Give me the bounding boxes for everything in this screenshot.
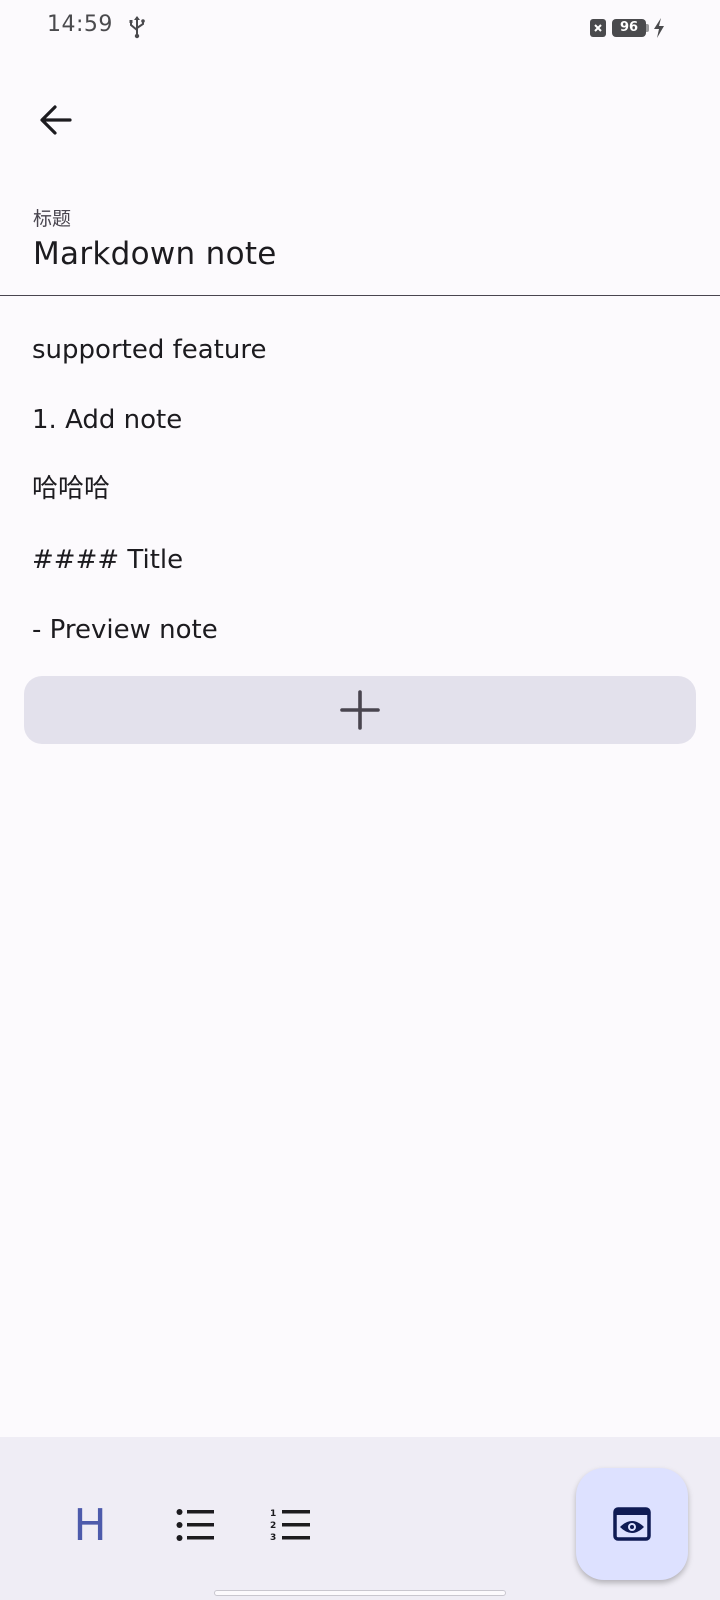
note-line[interactable]: supported feature (32, 333, 266, 367)
status-time: 14:59 (47, 12, 113, 37)
arrow-left-icon (40, 105, 72, 135)
title-label: 标题 (33, 208, 72, 230)
title-input[interactable]: Markdown note (33, 236, 277, 272)
sim-off-icon (590, 19, 606, 37)
plus-icon (340, 690, 380, 730)
note-line[interactable]: 哈哈哈 (32, 472, 110, 506)
charging-icon (654, 18, 664, 38)
battery-tip (646, 24, 649, 32)
svg-text:1: 1 (270, 1509, 276, 1519)
preview-button[interactable] (576, 1468, 688, 1580)
svg-text:2: 2 (270, 1521, 276, 1531)
note-line[interactable]: 1. Add note (32, 403, 182, 437)
back-button[interactable] (32, 96, 80, 144)
status-bar: 14:59 96 (0, 0, 720, 56)
usb-icon (129, 16, 145, 39)
gesture-handle[interactable] (214, 1590, 506, 1596)
preview-eye-icon (613, 1507, 651, 1541)
heading-button[interactable]: H (62, 1497, 118, 1553)
title-field[interactable]: 标题 Markdown note (0, 190, 720, 296)
note-line[interactable]: #### Title (32, 543, 183, 577)
bulleted-list-button[interactable] (167, 1497, 223, 1553)
note-line[interactable]: - Preview note (32, 613, 218, 647)
numbered-list-icon: 1 2 3 (270, 1509, 310, 1543)
bulleted-list-icon (176, 1509, 214, 1541)
battery-icon: 96 (612, 19, 646, 37)
svg-text:3: 3 (270, 1533, 276, 1543)
numbered-list-button[interactable]: 1 2 3 (262, 1497, 318, 1553)
add-line-button[interactable] (24, 676, 696, 744)
